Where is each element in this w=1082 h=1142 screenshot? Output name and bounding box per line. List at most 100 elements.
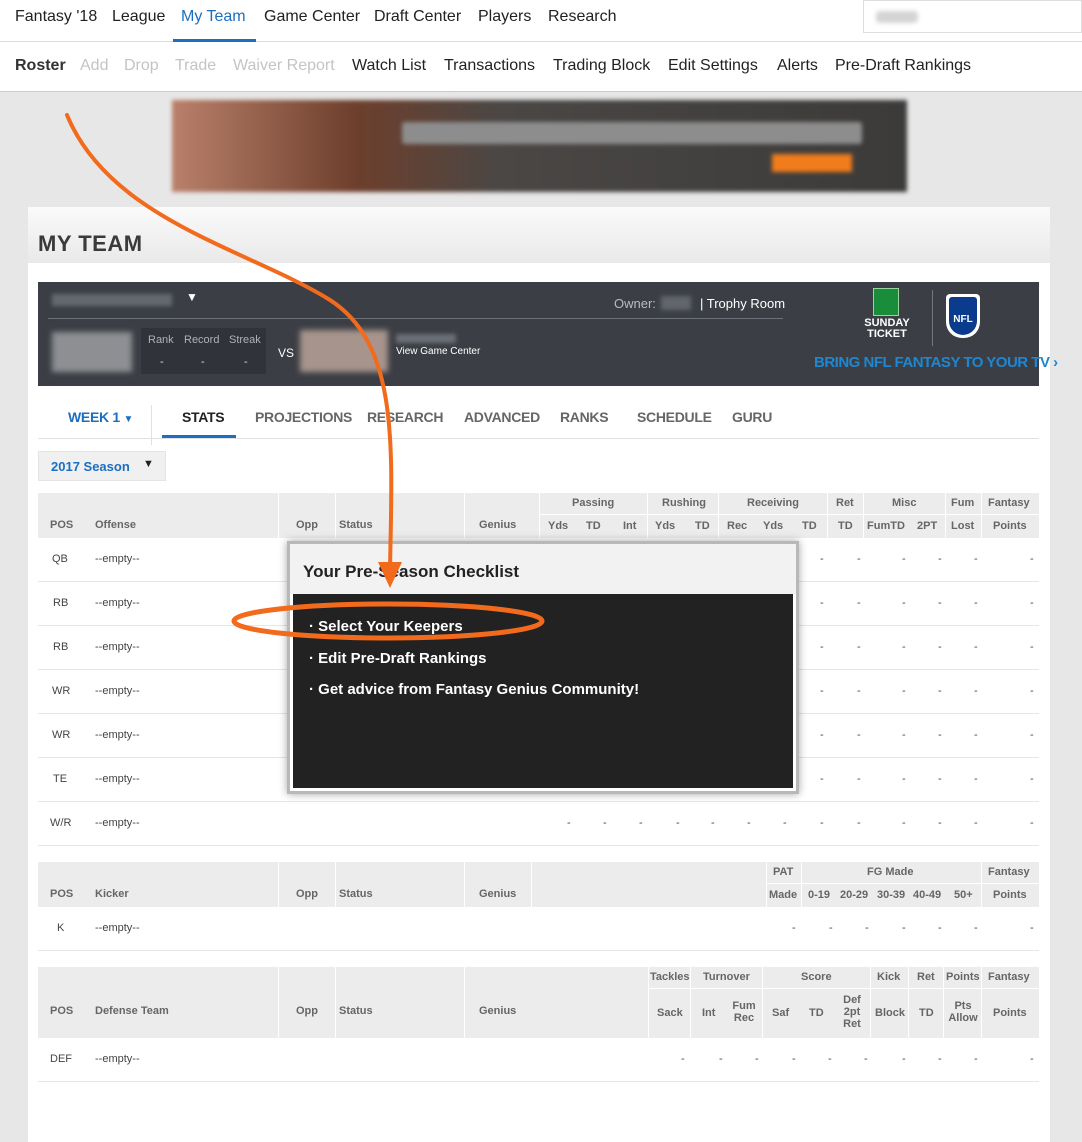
table-row[interactable]: DEF --empty-- — [38, 1038, 1039, 1082]
header-divider — [766, 883, 1039, 884]
col-pos: POS — [50, 519, 74, 531]
sunday-ticket-text: SUNDAY TICKET — [864, 317, 910, 340]
stat-value: - — [938, 641, 942, 653]
owner-name-redacted — [661, 296, 691, 310]
stat-value: - — [902, 1053, 906, 1065]
tab-research[interactable]: RESEARCH — [367, 409, 443, 425]
subnav-trade: Trade — [175, 57, 217, 74]
row-pos: WR — [52, 685, 71, 697]
subcol-lost: Lost — [951, 520, 975, 532]
stat-value: - — [938, 685, 942, 697]
checklist-select-keepers[interactable]: · Select Your Keepers — [309, 618, 463, 635]
stat-value: - — [1030, 553, 1034, 565]
stat-value: - — [567, 817, 571, 829]
offense-table-header: POS Offense Opp Status Genius Passing Ru… — [38, 493, 1039, 538]
bring-nfl-fantasy-link[interactable]: BRING NFL FANTASY TO YOUR TV › — [814, 354, 1058, 371]
group-receiving: Receiving — [747, 497, 799, 509]
row-pos: RB — [53, 641, 69, 653]
subnav-watch-list[interactable]: Watch List — [352, 57, 426, 75]
stat-value: - — [938, 597, 942, 609]
col-pos: POS — [50, 1005, 74, 1017]
username-redacted — [876, 11, 918, 23]
stat-value: - — [938, 922, 942, 934]
nav-draft-center[interactable]: Draft Center — [374, 8, 461, 26]
subnav-transactions[interactable]: Transactions — [444, 57, 535, 75]
stat-value: - — [820, 641, 824, 653]
row-player[interactable]: --empty-- — [95, 922, 140, 934]
row-player[interactable]: --empty-- — [95, 1053, 140, 1065]
logo-divider — [932, 290, 933, 346]
team-bar-divider — [48, 318, 783, 319]
week-select[interactable]: WEEK 1 ▼ — [68, 409, 133, 425]
nav-my-team[interactable]: My Team — [181, 8, 246, 26]
tab-ranks[interactable]: RANKS — [560, 409, 609, 425]
stat-value: - — [938, 729, 942, 741]
group-fantasy: Fantasy — [988, 866, 1030, 878]
tab-advanced[interactable]: ADVANCED — [464, 409, 540, 425]
stat-value: - — [902, 817, 906, 829]
subnav-alerts[interactable]: Alerts — [777, 57, 818, 75]
row-player[interactable]: --empty-- — [95, 773, 140, 785]
subcol-rush-td: TD — [695, 520, 710, 532]
stat-value: - — [1030, 1053, 1034, 1065]
season-label: 2017 Season — [51, 459, 130, 474]
group-kick: Kick — [877, 971, 901, 983]
subnav-trading-block[interactable]: Trading Block — [553, 57, 650, 75]
popup-body: · Select Your Keepers · Edit Pre-Draft R… — [293, 594, 793, 788]
view-game-center-link[interactable]: View Game Center — [396, 346, 480, 357]
nav-fantasy[interactable]: Fantasy '18 — [15, 8, 97, 26]
trophy-room-link[interactable]: | Trophy Room — [700, 296, 785, 311]
row-player[interactable]: --empty-- — [95, 597, 140, 609]
chevron-down-icon: ▼ — [143, 458, 154, 470]
group-tackles: Tackles — [650, 971, 690, 983]
pre-season-checklist-popup: Your Pre-Season Checklist · Select Your … — [287, 541, 799, 794]
subnav-edit-settings[interactable]: Edit Settings — [668, 57, 758, 75]
sunday-ticket-logo[interactable]: SUNDAY TICKET — [858, 288, 916, 346]
nav-game-center[interactable]: Game Center — [264, 8, 360, 26]
stat-value: - — [681, 1053, 685, 1065]
stat-value: - — [864, 1053, 868, 1065]
row-player[interactable]: --empty-- — [95, 817, 140, 829]
subcol-fumtd: FumTD — [867, 520, 905, 532]
group-turnover: Turnover — [703, 971, 750, 983]
row-player[interactable]: --empty-- — [95, 729, 140, 741]
nav-research[interactable]: Research — [548, 8, 616, 26]
header-divider — [539, 514, 1039, 515]
table-row[interactable]: W/R --empty-- — [38, 802, 1039, 846]
team-select-caret-icon[interactable]: ▼ — [186, 290, 198, 304]
nav-players[interactable]: Players — [478, 8, 531, 26]
stat-value: - — [974, 597, 978, 609]
group-misc: Misc — [892, 497, 917, 509]
col-genius: Genius — [479, 519, 517, 531]
stat-value: - — [902, 597, 906, 609]
stat-value: - — [783, 817, 787, 829]
nav-league[interactable]: League — [112, 8, 165, 26]
stat-value: - — [639, 817, 643, 829]
header-divider — [464, 967, 465, 1038]
stat-value: - — [974, 553, 978, 565]
stat-value: - — [938, 553, 942, 565]
tab-schedule[interactable]: SCHEDULE — [637, 409, 712, 425]
stat-value: - — [902, 641, 906, 653]
subcol-pass-int: Int — [623, 520, 637, 532]
tab-projections[interactable]: PROJECTIONS — [255, 409, 352, 425]
subcol-pass-td: TD — [586, 520, 601, 532]
ad-banner[interactable] — [172, 100, 907, 192]
checklist-fantasy-genius[interactable]: · Get advice from Fantasy Genius Communi… — [309, 681, 639, 698]
tab-guru[interactable]: GURU — [732, 409, 772, 425]
season-select[interactable]: 2017 Season ▼ — [38, 451, 166, 481]
subnav-pre-draft-rankings[interactable]: Pre-Draft Rankings — [835, 57, 971, 75]
user-menu[interactable] — [863, 0, 1082, 33]
tab-stats[interactable]: STATS — [182, 409, 225, 425]
row-player[interactable]: --empty-- — [95, 553, 140, 565]
stat-value: - — [857, 773, 861, 785]
subcol-rush-yds: Yds — [655, 520, 676, 532]
stat-value: - — [829, 922, 833, 934]
checklist-edit-pre-draft-rankings[interactable]: · Edit Pre-Draft Rankings — [309, 650, 487, 667]
subnav-roster[interactable]: Roster — [15, 57, 66, 75]
table-row[interactable]: K --empty-- — [38, 907, 1039, 951]
row-player[interactable]: --empty-- — [95, 641, 140, 653]
header-divider — [827, 493, 828, 538]
row-player[interactable]: --empty-- — [95, 685, 140, 697]
stat-value: - — [755, 1053, 759, 1065]
